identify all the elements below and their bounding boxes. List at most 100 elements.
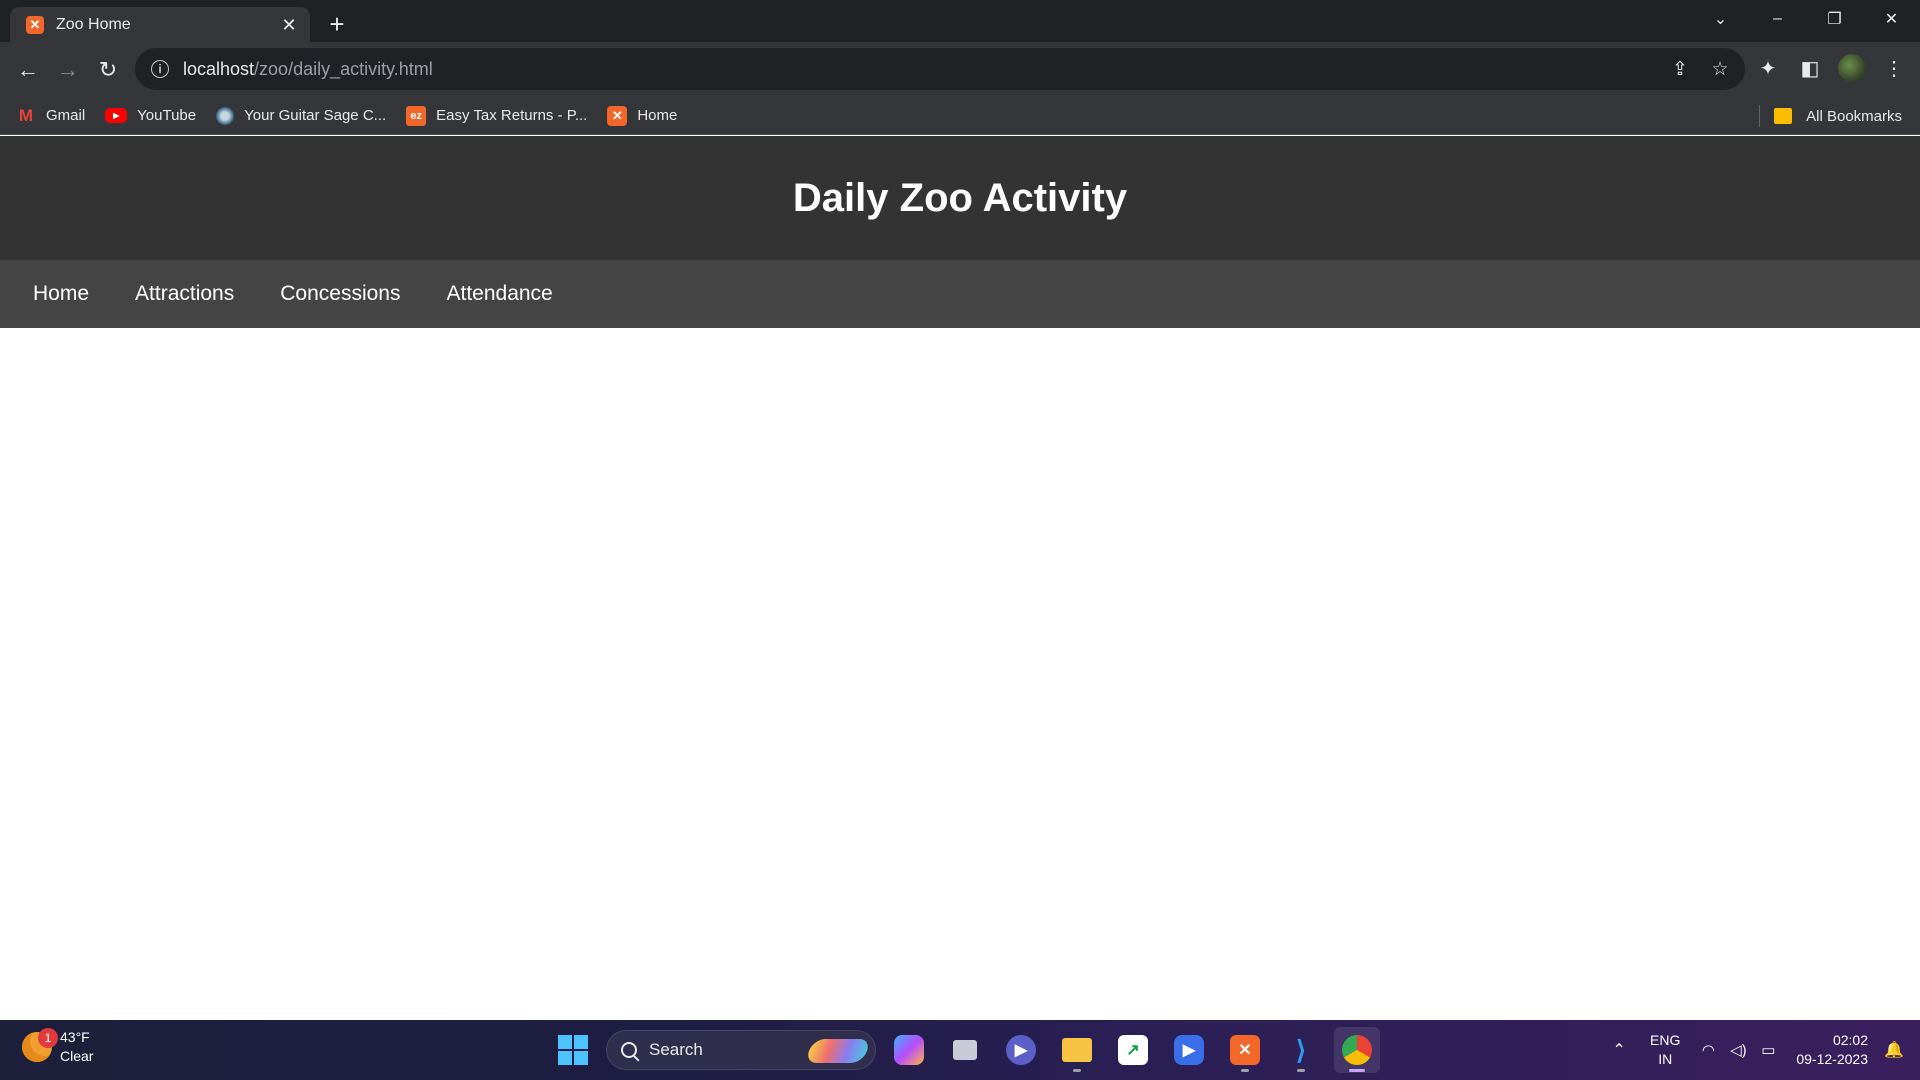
bookmark-label: Home [637, 107, 678, 124]
forward-icon[interactable]: → [48, 50, 88, 90]
site-nav: Home Attractions Concessions Attendance [0, 260, 1920, 328]
weather-temp: 43°F [60, 1029, 90, 1045]
vscode-icon: ⟩ [1295, 1034, 1307, 1065]
folder-icon [1774, 108, 1793, 124]
ez-icon: ez [406, 105, 427, 126]
bookmark-guitar-sage[interactable]: Your Guitar Sage C... [216, 106, 387, 125]
vscode-app[interactable]: ⟩ [1278, 1027, 1324, 1073]
divider [1759, 105, 1761, 127]
bookmark-star-icon[interactable]: ☆ [1705, 54, 1735, 84]
nav-link-attractions[interactable]: Attractions [135, 282, 234, 306]
xampp-icon: ✕ [607, 105, 628, 126]
search-highlight-icon [804, 1039, 872, 1063]
window-close-icon[interactable]: ✕ [1863, 0, 1920, 38]
url-path: /zoo/daily_activity.html [254, 58, 433, 79]
share-icon[interactable]: ⇪ [1665, 54, 1695, 84]
language-region: IN [1658, 1051, 1673, 1067]
stocks-app[interactable]: ↗ [1110, 1027, 1156, 1073]
clock[interactable]: 02:02 09-12-2023 [1796, 1031, 1868, 1069]
info-icon[interactable]: i [151, 60, 169, 78]
nav-link-attendance[interactable]: Attendance [446, 282, 552, 306]
chevron-up-icon[interactable]: ⌃ [1604, 1035, 1634, 1065]
xampp-icon: ✕ [1230, 1035, 1260, 1065]
chrome-icon [1342, 1035, 1372, 1065]
close-icon[interactable]: ✕ [278, 14, 300, 36]
page-title: Daily Zoo Activity [792, 175, 1128, 220]
system-tray: ⌃ ENG IN ◠ ◁) ▭ 02:02 09-12-2023 🔔 [1604, 1020, 1920, 1080]
side-panel-icon[interactable]: ◧ [1792, 50, 1828, 86]
stocks-chart-icon: ↗ [1118, 1035, 1148, 1065]
media-app[interactable]: ▶ [1166, 1027, 1212, 1073]
toolbar-right: ✦ ◧ ⋮ [1750, 50, 1912, 86]
clock-date: 09-12-2023 [1796, 1051, 1868, 1067]
all-bookmarks[interactable]: All Bookmarks [1759, 97, 1902, 135]
bookmark-home[interactable]: ✕ Home [607, 105, 678, 126]
tray-icons[interactable]: ◠ ◁) ▭ [1698, 1040, 1778, 1060]
address-bar[interactable]: i localhost/zoo/daily_activity.html ⇪ ☆ [135, 48, 1745, 90]
task-view-icon [953, 1040, 977, 1060]
running-indicator [1073, 1069, 1081, 1072]
gmail-icon: M [18, 105, 34, 125]
tab-search-icon[interactable]: ⌄ [1692, 0, 1749, 38]
reload-icon[interactable]: ↻ [88, 50, 128, 90]
bookmark-label: Gmail [46, 107, 86, 124]
bookmark-easy-tax[interactable]: ez Easy Tax Returns - P... [406, 105, 588, 126]
minimize-icon[interactable]: – [1749, 0, 1806, 38]
xampp-icon: ✕ [26, 16, 44, 34]
play-icon: ▶ [1174, 1035, 1204, 1065]
copilot-app[interactable] [886, 1027, 932, 1073]
weather-widget[interactable]: 1 43°F Clear [22, 1028, 93, 1066]
nav-link-concessions[interactable]: Concessions [280, 282, 400, 306]
copilot-icon [894, 1035, 924, 1065]
tab-zoo-home[interactable]: ✕ Zoo Home ✕ [10, 7, 310, 43]
bookmarks-bar: M Gmail ▶ YouTube Your Guitar Sage C... … [0, 97, 1920, 135]
bookmark-label: Easy Tax Returns - P... [436, 107, 588, 124]
bookmark-label: Your Guitar Sage C... [244, 107, 387, 124]
url-host: localhost [183, 58, 255, 79]
youtube-icon: ▶ [105, 108, 128, 123]
notification-bell-icon[interactable]: 🔔 [1882, 1038, 1906, 1062]
teams-app[interactable]: ▶ [998, 1027, 1044, 1073]
running-indicator [1297, 1069, 1305, 1072]
bookmark-gmail[interactable]: M Gmail [16, 105, 86, 125]
xampp-app[interactable]: ✕ [1222, 1027, 1268, 1073]
extensions-icon[interactable]: ✦ [1750, 50, 1786, 86]
running-indicator [1241, 1069, 1249, 1072]
windows-taskbar: 1 43°F Clear Search ▶ ↗ ▶ ✕ ⟩ ⌃ ENG IN ◠… [0, 1020, 1920, 1080]
site-header: Daily Zoo Activity [0, 136, 1920, 260]
window-controls: ⌄ – ❐ ✕ [1692, 0, 1920, 42]
bookmark-label: YouTube [137, 107, 197, 124]
folder-icon [1062, 1038, 1092, 1062]
weather-condition: Clear [60, 1048, 94, 1064]
clock-time: 02:02 [1832, 1032, 1868, 1048]
browser-tabstrip: ✕ Zoo Home ✕ + ⌄ – ❐ ✕ [0, 0, 1920, 43]
chrome-app[interactable] [1334, 1027, 1380, 1073]
more-menu-icon[interactable]: ⋮ [1876, 50, 1912, 86]
guitar-sage-icon [216, 106, 235, 125]
tab-title: Zoo Home [56, 16, 131, 33]
video-chat-icon: ▶ [1006, 1035, 1036, 1065]
page-content: Daily Zoo Activity Home Attractions Conc… [0, 136, 1920, 1020]
browser-toolbar: ← → ↻ i localhost/zoo/daily_activity.htm… [0, 42, 1920, 97]
new-tab-icon[interactable]: + [320, 7, 354, 41]
battery-icon: ▭ [1761, 1042, 1776, 1059]
file-explorer-app[interactable] [1054, 1027, 1100, 1073]
taskbar-apps: Search ▶ ↗ ▶ ✕ ⟩ [550, 1027, 1380, 1073]
taskbar-search[interactable]: Search [606, 1030, 876, 1070]
weather-badge: 1 [38, 1028, 58, 1048]
omnibox-actions: ⇪ ☆ [1665, 48, 1735, 90]
all-bookmarks-label: All Bookmarks [1806, 107, 1902, 125]
back-icon[interactable]: ← [8, 50, 48, 90]
windows-start-icon[interactable] [550, 1027, 596, 1073]
search-label: Search [649, 1040, 703, 1059]
restore-icon[interactable]: ❐ [1806, 0, 1863, 38]
language-code: ENG [1650, 1032, 1681, 1048]
url-text[interactable]: localhost/zoo/daily_activity.html [183, 59, 433, 80]
profile-avatar[interactable] [1838, 54, 1866, 82]
wifi-icon: ◠ [1701, 1042, 1715, 1059]
task-view-app[interactable] [942, 1027, 988, 1073]
bookmark-youtube[interactable]: ▶ YouTube [105, 107, 196, 124]
language-indicator[interactable]: ENG IN [1650, 1031, 1680, 1069]
search-icon [621, 1042, 637, 1058]
nav-link-home[interactable]: Home [33, 282, 89, 306]
